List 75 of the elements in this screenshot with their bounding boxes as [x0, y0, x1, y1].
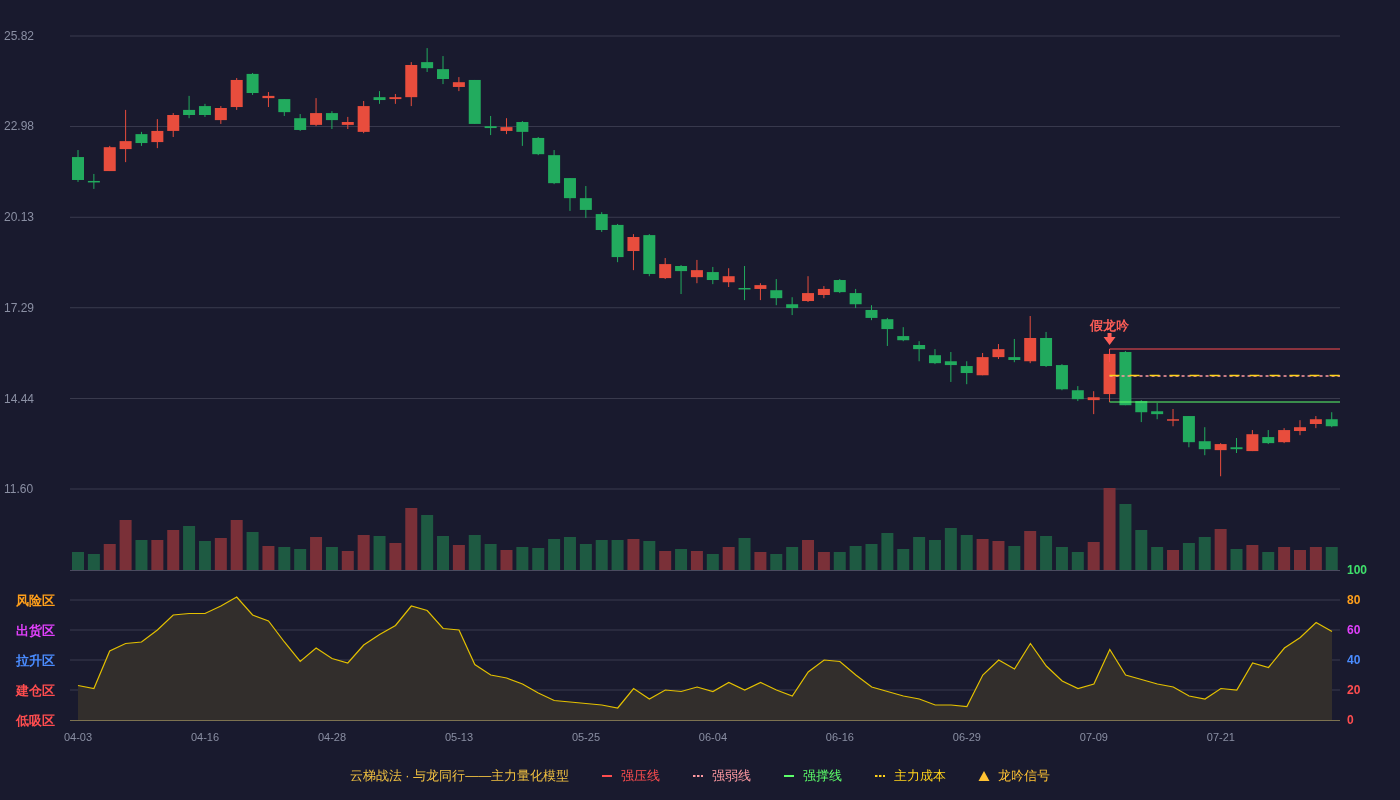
indicator-axis-label: 0 [1347, 713, 1354, 727]
candlestick [310, 97, 323, 127]
indicator-axis-label: 60 [1347, 623, 1361, 637]
candlestick [802, 275, 815, 303]
legend-label: 强弱线 [712, 767, 752, 786]
legend-title: 云梯战法 · 与龙同行——主力量化模型 [349, 767, 570, 786]
candlestick [1309, 415, 1322, 429]
candlestick [563, 177, 576, 212]
candlestick [1024, 315, 1037, 364]
price-axis-label: 17.29 [4, 300, 35, 315]
candlestick [928, 348, 941, 365]
indicator-axis-label: 40 [1347, 653, 1361, 667]
candlestick [960, 360, 973, 385]
date-label: 07-21 [1206, 731, 1235, 743]
candlestick [1167, 408, 1180, 427]
indicator-axis-label: 20 [1347, 683, 1361, 697]
candlestick [183, 95, 196, 119]
candlestick [437, 55, 450, 85]
signal-label: 假龙吟 [1090, 318, 1130, 333]
date-label: 06-16 [825, 731, 854, 743]
candlestick [325, 110, 338, 130]
candlestick [532, 136, 545, 156]
indicator-axis-label: 80 [1347, 593, 1361, 607]
legend-label: 强撑线 [803, 767, 843, 786]
candlestick [595, 211, 608, 233]
date-label: 04-16 [190, 731, 220, 743]
legend-label: 强压线 [621, 767, 661, 786]
date-label: 07-09 [1079, 731, 1108, 743]
candlestick [659, 257, 672, 280]
candlestick [452, 76, 465, 92]
price-axis-label: 11.60 [4, 482, 34, 496]
date-label: 05-25 [571, 731, 600, 743]
zone-label: 拉升区 [16, 653, 55, 668]
date-label: 05-13 [444, 731, 474, 743]
date-label: 06-29 [952, 731, 981, 743]
zone-label: 出货区 [16, 623, 55, 638]
down-arrow-icon [1103, 333, 1116, 345]
candlestick [103, 145, 116, 172]
candlestick [849, 288, 862, 309]
price-axis-label: 20.13 [4, 210, 35, 225]
date-label: 04-28 [317, 731, 347, 743]
legend-label: 主力成本 [894, 767, 947, 786]
candlestick [516, 120, 529, 147]
candlestick [421, 47, 434, 73]
indicator-axis-label: 100 [1347, 563, 1368, 577]
candlestick [1214, 442, 1227, 477]
candlestick [1198, 426, 1211, 456]
candlestick [167, 112, 180, 138]
candlestick [151, 118, 164, 149]
candlestick [1008, 338, 1021, 363]
candlestick [1293, 419, 1306, 436]
zone-label: 建仓区 [16, 683, 55, 698]
zone-label: 低吸区 [16, 713, 55, 728]
candlestick [690, 259, 703, 284]
date-label: 06-04 [698, 731, 727, 743]
candlestick [944, 351, 957, 383]
candlestick [722, 267, 735, 288]
candlestick [1087, 390, 1100, 415]
date-label: 04-03 [63, 731, 93, 743]
candlestick [770, 278, 783, 306]
candlestick [484, 115, 497, 136]
candlestick [881, 317, 894, 347]
legend-label: 龙吟信号 [998, 767, 1051, 786]
candlestick [579, 185, 592, 219]
candlestick [675, 264, 688, 295]
zone-label: 风险区 [16, 593, 55, 608]
candlestick [627, 233, 640, 271]
price-axis-label: 25.82 [4, 29, 35, 43]
price-axis-label: 22.98 [4, 119, 35, 134]
candlestick [913, 340, 926, 362]
candlestick [246, 72, 259, 96]
candlestick [817, 285, 830, 299]
candlestick [119, 109, 132, 163]
candlestick [72, 149, 84, 183]
price-axis-label: 14.44 [4, 391, 35, 406]
